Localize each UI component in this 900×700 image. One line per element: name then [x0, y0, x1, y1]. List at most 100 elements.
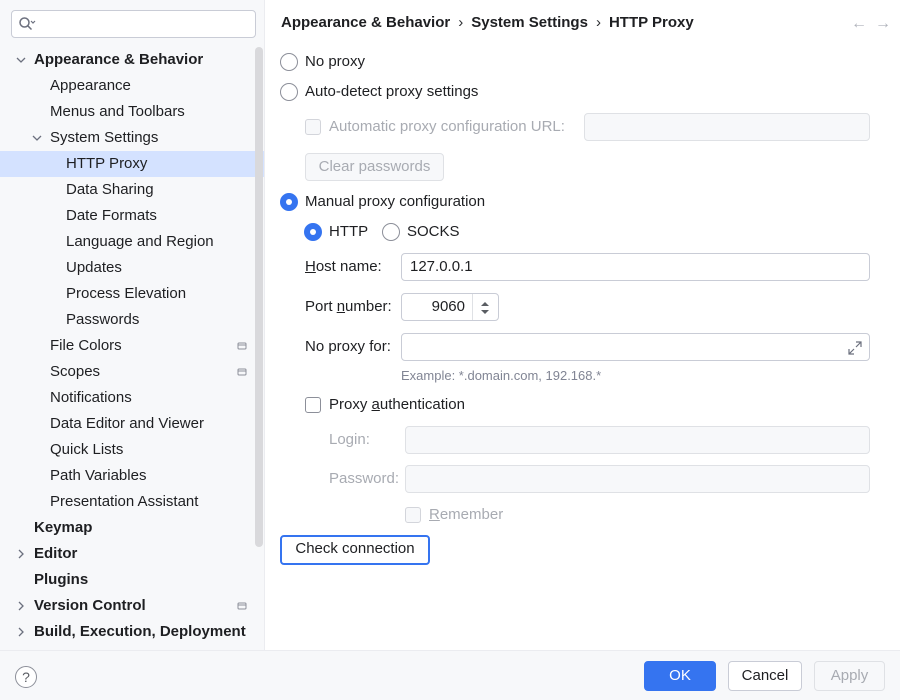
- sidebar-item-menus-and-toolbars[interactable]: Menus and Toolbars: [0, 99, 264, 125]
- port-number-stepper[interactable]: 9060: [401, 293, 499, 321]
- sidebar-item-label: Passwords: [66, 311, 140, 328]
- no-proxy-label[interactable]: No proxy: [305, 53, 365, 70]
- proxy-auth-label[interactable]: Proxy authentication: [329, 396, 465, 413]
- sidebar-item-label: File Colors: [50, 337, 122, 354]
- back-arrow-icon[interactable]: ←: [850, 16, 868, 32]
- chevron-right-icon[interactable]: [16, 627, 26, 637]
- port-number-label: Port number:: [305, 298, 392, 315]
- sidebar-item-editor[interactable]: Editor: [0, 541, 264, 567]
- sidebar-item-updates[interactable]: Updates: [0, 255, 264, 281]
- breadcrumb-item[interactable]: System Settings: [471, 14, 588, 31]
- sidebar-item-data-editor-and-viewer[interactable]: Data Editor and Viewer: [0, 411, 264, 437]
- check-connection-button[interactable]: Check connection: [280, 535, 430, 565]
- stepper-divider: [472, 294, 473, 320]
- sidebar-item-quick-lists[interactable]: Quick Lists: [0, 437, 264, 463]
- socks-radio[interactable]: [382, 223, 400, 241]
- proxy-auth-label-mnemonic: a: [371, 396, 380, 413]
- sidebar-item-label: Process Elevation: [66, 285, 187, 302]
- port-number-value[interactable]: 9060: [432, 294, 465, 320]
- http-label[interactable]: HTTP: [329, 223, 368, 240]
- project-scope-icon: [237, 342, 247, 350]
- sidebar-item-label: Path Variables: [50, 467, 147, 484]
- sidebar-item-label: Date Formats: [66, 207, 157, 224]
- clear-passwords-button[interactable]: Clear passwords: [305, 153, 444, 181]
- stepper-arrows-icon[interactable]: [478, 299, 492, 325]
- sidebar-item-label: System Settings: [50, 129, 159, 146]
- host-name-field[interactable]: 127.0.0.1: [401, 253, 870, 281]
- sidebar-item-date-formats[interactable]: Date Formats: [0, 203, 264, 229]
- host-name-label-rest: ost name:: [315, 258, 382, 275]
- settings-sidebar: Appearance & Behavior Appearance Menus and…: [0, 0, 265, 650]
- project-scope-icon: [237, 602, 247, 610]
- no-proxy-for-label: No proxy for:: [305, 338, 391, 355]
- remember-checkbox[interactable]: [405, 507, 421, 523]
- auto-detect-label[interactable]: Auto-detect proxy settings: [305, 83, 478, 100]
- chevron-down-icon[interactable]: [32, 133, 42, 143]
- breadcrumb-item[interactable]: Appearance & Behavior: [281, 14, 450, 31]
- sidebar-item-presentation-assistant[interactable]: Presentation Assistant: [0, 489, 264, 515]
- sidebar-item-keymap[interactable]: Keymap: [0, 515, 264, 541]
- sidebar-item-language-and-region[interactable]: Language and Region: [0, 229, 264, 255]
- host-name-label-mnemonic: H: [305, 258, 316, 275]
- proxy-auth-checkbox[interactable]: [305, 397, 321, 413]
- sidebar-item-notifications[interactable]: Notifications: [0, 385, 264, 411]
- expand-icon[interactable]: [847, 339, 863, 365]
- sidebar-item-appearance[interactable]: Appearance: [0, 73, 264, 99]
- sidebar-item-build-execution-deployment[interactable]: Build, Execution, Deployment: [0, 619, 264, 645]
- http-radio[interactable]: [304, 223, 322, 241]
- manual-proxy-radio[interactable]: [280, 193, 298, 211]
- auto-config-url-field[interactable]: [584, 113, 870, 141]
- password-field[interactable]: [405, 465, 870, 493]
- sidebar-item-label: Notifications: [50, 389, 132, 406]
- no-proxy-example-hint: Example: *.domain.com, 192.168.*: [401, 368, 602, 383]
- sidebar-item-appearance-behavior[interactable]: Appearance & Behavior: [0, 47, 264, 73]
- auto-config-url-checkbox[interactable]: [305, 119, 321, 135]
- login-field[interactable]: [405, 426, 870, 454]
- sidebar-item-path-variables[interactable]: Path Variables: [0, 463, 264, 489]
- sidebar-item-system-settings[interactable]: System Settings: [0, 125, 264, 151]
- socks-label[interactable]: SOCKS: [407, 223, 460, 240]
- ok-button[interactable]: OK: [644, 661, 716, 691]
- no-proxy-for-field[interactable]: [401, 333, 870, 361]
- search-box[interactable]: [11, 10, 256, 38]
- forward-arrow-icon[interactable]: →: [874, 16, 892, 32]
- sidebar-item-plugins[interactable]: Plugins: [0, 567, 264, 593]
- apply-button[interactable]: Apply: [814, 661, 885, 691]
- chevron-right-icon[interactable]: [16, 549, 26, 559]
- sidebar-item-label: Data Editor and Viewer: [50, 415, 204, 432]
- no-proxy-radio[interactable]: [280, 53, 298, 71]
- port-label-rest: umber:: [345, 298, 392, 315]
- breadcrumb-item-current: HTTP Proxy: [608, 14, 694, 31]
- sidebar-item-label: Plugins: [34, 571, 89, 588]
- chevron-down-icon[interactable]: [16, 55, 26, 65]
- sidebar-item-version-control[interactable]: Version Control: [0, 593, 264, 619]
- remember-label: Remember: [429, 506, 503, 523]
- sidebar-scrollbar[interactable]: [255, 47, 263, 547]
- cancel-button[interactable]: Cancel: [728, 661, 802, 691]
- sidebar-item-passwords[interactable]: Passwords: [0, 307, 264, 333]
- project-scope-icon: [237, 368, 247, 376]
- chevron-right-icon[interactable]: [16, 601, 26, 611]
- sidebar-item-label: Keymap: [34, 519, 93, 536]
- help-icon[interactable]: ?: [15, 666, 37, 688]
- auto-config-url-label: Automatic proxy configuration URL:: [329, 118, 565, 135]
- sidebar-item-label: HTTP Proxy: [66, 155, 148, 172]
- nav-arrows: ← →: [844, 15, 892, 32]
- sidebar-item-label: Editor: [34, 545, 78, 562]
- manual-proxy-label[interactable]: Manual proxy configuration: [305, 193, 485, 210]
- sidebar-item-label: Presentation Assistant: [50, 493, 199, 510]
- search-input[interactable]: [42, 14, 247, 34]
- port-label-pre: Port: [305, 298, 337, 315]
- sidebar-item-data-sharing[interactable]: Data Sharing: [0, 177, 264, 203]
- sidebar-item-label: Appearance: [50, 77, 131, 94]
- sidebar-item-http-proxy[interactable]: HTTP Proxy: [0, 151, 264, 177]
- sidebar-item-label: Quick Lists: [50, 441, 124, 458]
- auto-detect-radio[interactable]: [280, 83, 298, 101]
- remember-label-mnemonic: R: [429, 506, 440, 523]
- sidebar-item-scopes[interactable]: Scopes: [0, 359, 264, 385]
- port-label-mnemonic: n: [336, 298, 346, 315]
- breadcrumb: Appearance & Behavior › System Settings › HT…: [281, 14, 694, 31]
- dialog-footer: ? OK Cancel Apply: [0, 650, 900, 700]
- sidebar-item-process-elevation[interactable]: Process Elevation: [0, 281, 264, 307]
- sidebar-item-file-colors[interactable]: File Colors: [0, 333, 264, 359]
